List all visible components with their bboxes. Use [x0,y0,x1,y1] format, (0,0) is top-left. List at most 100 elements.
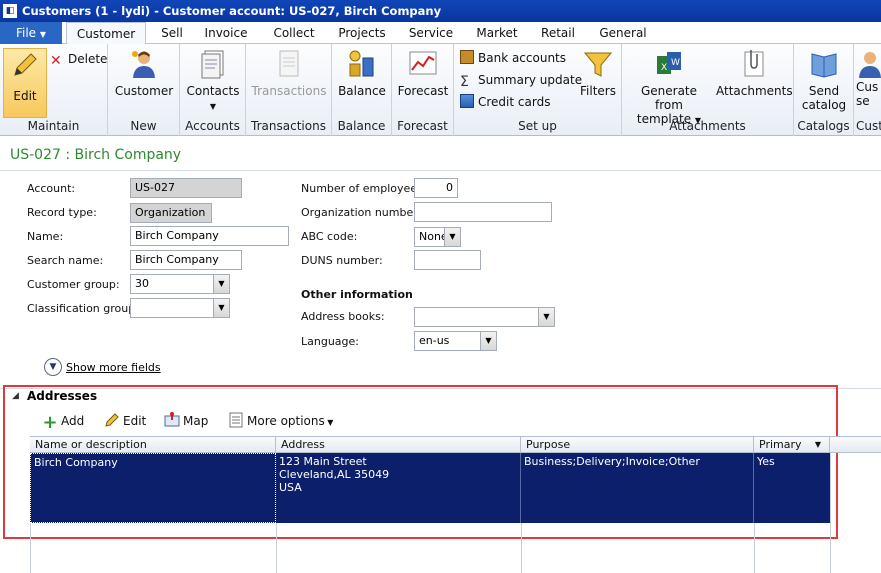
group-customer-services: Cus se Cust [854,44,881,136]
group-label-setup: Set up [518,119,557,133]
cell-primary: Yes [757,455,775,468]
chevron-down-icon[interactable]: ▼ [480,332,496,350]
transactions-button[interactable]: Transactions [250,48,328,98]
customer-services-button[interactable]: Cus se [856,48,881,108]
num-employees-label: Number of employees: [301,182,427,195]
chevron-down-icon[interactable]: ▼ [213,299,229,317]
address-books-select[interactable]: ▼ [414,307,555,327]
language-select[interactable]: en-us ▼ [414,331,497,351]
tab-customer[interactable]: Customer [66,22,146,45]
send-catalog-button[interactable]: Send catalog [798,48,850,112]
grid-line [30,523,31,573]
tab-sell[interactable]: Sell [152,22,192,44]
group-balance: Balance Balance [332,44,392,136]
tab-service[interactable]: Service [405,22,457,44]
balance-button[interactable]: Balance [336,48,388,98]
filters-button[interactable]: Filters [576,48,620,98]
group-maintain: Edit ✕ Delete Maintain [0,44,108,136]
chevron-down-icon[interactable]: ▼ [444,228,460,246]
name-field[interactable]: Birch Company [130,226,289,246]
group-label-forecast: Forecast [397,119,448,133]
generate-from-template-button[interactable]: XW Generate from template ▼ [626,48,712,128]
credit-cards-button[interactable]: Credit cards [460,93,550,111]
map-button[interactable]: Map [164,410,208,432]
group-new: Customer New [108,44,180,136]
edit-address-button[interactable]: Edit [104,410,146,432]
add-address-button[interactable]: + Add [42,410,84,432]
forecast-button[interactable]: Forecast [396,48,450,98]
cell-purpose: Business;Delivery;Invoice;Other [521,453,754,523]
customer-icon [128,48,160,80]
tab-collect[interactable]: Collect [268,22,320,44]
org-number-field[interactable] [414,202,552,222]
num-employees-field[interactable]: 0 [414,178,458,198]
tab-projects[interactable]: Projects [334,22,390,44]
group-forecast: Forecast Forecast [392,44,454,136]
tab-retail[interactable]: Retail [536,22,580,44]
search-name-field[interactable]: Birch Company [130,250,242,270]
delete-icon: ✕ [50,53,62,69]
cell-name: Birch Company [30,453,276,523]
column-header-name[interactable]: Name or description [30,437,276,453]
transactions-icon [273,48,305,80]
customer-group-select[interactable]: 30 ▼ [130,274,230,294]
cell-address: 123 Main Street Cleveland,AL 35049 USA [276,453,521,523]
sort-arrow-icon: ▼ [814,440,821,449]
more-options-button[interactable]: More options ▼ [228,410,333,432]
svg-text:X: X [661,63,667,73]
classification-group-select[interactable]: ▼ [130,298,230,318]
duns-field[interactable] [414,250,481,270]
tab-file[interactable]: File ▼ [0,22,62,44]
group-transactions: Transactions Transactions [246,44,332,136]
filter-funnel-icon [582,48,614,80]
account-label: Account: [27,182,76,195]
group-label-balance: Balance [337,119,386,133]
group-label-maintain: Maintain [27,119,80,133]
customer-service-icon [856,48,881,80]
column-header-address[interactable]: Address [276,437,521,453]
contacts-button[interactable]: Contacts ▼ [184,48,242,114]
more-options-icon [228,412,244,428]
show-more-fields-button[interactable]: ▼ Show more fields [44,357,161,377]
svg-text:W: W [671,58,680,68]
group-label-attachments: Attachments [669,119,746,133]
group-label-catalogs: Catalogs [797,119,850,133]
abc-code-select[interactable]: None ▼ [414,227,461,247]
collapse-triangle-icon[interactable]: ◢ [12,391,19,401]
duns-label: DUNS number: [301,254,383,267]
chevron-down-icon[interactable]: ▼ [213,275,229,293]
customer-group-label: Customer group: [27,278,120,291]
account-field[interactable]: US-027 [130,178,242,198]
attachments-button[interactable]: Attachments [716,48,793,98]
group-attachments: XW Generate from template ▼ Attachments A… [622,44,794,136]
delete-button[interactable]: ✕ Delete [50,50,107,68]
abc-code-label: ABC code: [301,230,358,243]
group-accounts: Contacts ▼ Accounts [180,44,246,136]
column-header-purpose[interactable]: Purpose [521,437,754,453]
column-header-primary[interactable]: Primary ▼ [754,437,830,453]
group-catalogs: Send catalog Catalogs [794,44,854,136]
group-label-transactions: Transactions [251,119,326,133]
edit-label: Edit [13,89,37,103]
edit-button[interactable]: Edit [3,48,47,118]
addresses-heading: Addresses [27,389,98,403]
grid-line [521,523,522,573]
tab-general[interactable]: General [596,22,650,44]
record-type-field[interactable]: Organization [130,203,212,223]
group-label-accounts: Accounts [185,119,240,133]
app-icon: ◧ [3,4,17,18]
record-header: US-027 : Birch Company [10,147,182,163]
tab-invoice[interactable]: Invoice [200,22,252,44]
chevron-down-icon[interactable]: ▼ [538,308,554,326]
group-label-new: New [130,119,157,133]
forecast-chart-icon [407,48,439,80]
contacts-icon [197,48,229,80]
tab-market[interactable]: Market [472,22,522,44]
window-title: Customers (1 - lydi) - Customer account:… [22,4,442,18]
bank-accounts-button[interactable]: Bank accounts [460,49,566,67]
new-customer-button[interactable]: Customer [114,48,174,98]
table-row[interactable]: Birch Company 123 Main Street Cleveland,… [30,453,830,523]
classification-group-label: Classification group: [27,302,139,315]
summary-update-button[interactable]: Σ Summary update [460,71,582,89]
expand-circle-icon: ▼ [44,358,62,376]
